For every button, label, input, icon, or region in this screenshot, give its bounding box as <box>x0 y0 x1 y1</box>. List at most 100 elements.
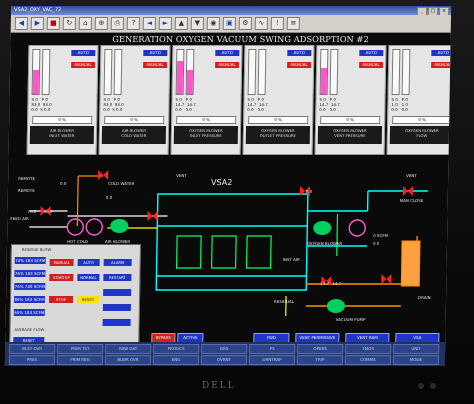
left-arrow-icon[interactable]: ◄ <box>142 17 156 30</box>
settings-icon[interactable]: ⚙ <box>238 17 252 30</box>
help-icon[interactable]: ? <box>126 17 140 30</box>
controller-title: OXYGEN BLOWER INLET PRESSURE <box>173 126 239 144</box>
vacuum-pump-icon <box>326 299 345 313</box>
power-button[interactable] <box>430 383 436 389</box>
trend-icon[interactable]: ∿ <box>254 17 268 30</box>
startup-button[interactable]: STARTUP <box>49 274 74 281</box>
forward-icon[interactable]: ▶ <box>30 17 44 30</box>
nav-button[interactable]: OVRNT <box>200 355 248 365</box>
average-flow-label: AVERAGE FLOW <box>14 327 45 332</box>
nav-button[interactable]: TMOS <box>345 344 392 354</box>
controller-title: OXYGEN BLOWER FLOW <box>389 126 452 144</box>
panel-button[interactable] <box>102 304 131 311</box>
cooler-icon <box>348 219 366 237</box>
nav-button[interactable]: UNIT <box>393 344 440 354</box>
manual-button[interactable]: MANUAL <box>215 62 240 68</box>
nav-button[interactable]: DRNTRAP <box>248 355 296 365</box>
flow-readout[interactable]: 76% 183 SCFM <box>14 270 46 277</box>
save-icon[interactable]: ▣ <box>222 17 236 30</box>
manual-button[interactable]: MANUAL <box>287 62 312 68</box>
controller-values: S 0 P 0 83.0 83.0 0.0 S 0.0 <box>103 97 124 112</box>
auto-button[interactable]: AUTO <box>215 50 240 56</box>
vent-label-1: VENT <box>176 173 187 178</box>
home-icon[interactable]: ⌂ <box>78 17 92 30</box>
nav-button[interactable]: DRS <box>201 344 248 354</box>
controller-values: S 0 P 0 14.7 14.7 0.0 0.0 <box>247 97 268 112</box>
readout-6: 14.7 <box>320 281 330 286</box>
alarm-icon[interactable]: ! <box>270 17 284 30</box>
page-title: GENERATION OXYGEN VACUUM SWING ADSORPTIO… <box>112 34 369 44</box>
nav-button[interactable]: MODE <box>392 355 440 365</box>
controller-faceplate: AUTO MANUAL S 0 P 0 83.0 83.0 0.0 S 0.0 … <box>98 45 171 155</box>
flow-readout[interactable]: 76% 740 SCFM <box>14 283 46 290</box>
manual-button[interactable]: MANUAL <box>143 62 168 68</box>
nav-button[interactable]: PRIM TST <box>57 344 104 354</box>
panel-button[interactable] <box>102 319 131 326</box>
manual-button[interactable]: MANUAL <box>71 62 96 68</box>
list-icon[interactable]: ≡ <box>286 17 300 30</box>
manual-button[interactable]: MANUAL <box>431 62 452 68</box>
auto-button[interactable]: AUTO <box>287 50 312 56</box>
valve-icon <box>381 274 392 284</box>
auto-button[interactable]: AUTO <box>77 259 100 266</box>
flow-readout[interactable]: 65% 183 SCFM <box>13 309 45 316</box>
controller-faceplate: AUTO MANUAL S 0 P 0 83.0 83.0 0.0 S 0.0 … <box>26 45 99 155</box>
alarm-button[interactable]: ALARM <box>103 259 132 266</box>
panel-button[interactable] <box>103 289 132 296</box>
auto-button[interactable]: AUTO <box>359 50 384 56</box>
refresh-icon[interactable]: ↻ <box>62 17 76 30</box>
vacuum-pump-label: VACUUM PUMP <box>335 317 366 322</box>
readout-7: 14.7 <box>332 281 342 286</box>
output-percent: 0 % <box>320 116 381 124</box>
manual-button[interactable]: MANUAL <box>49 259 74 266</box>
nav-button[interactable]: RAW DAT <box>105 344 152 354</box>
controller-title: OXYGEN BLOWER VENT PRESSURE <box>317 126 383 144</box>
auto-button[interactable]: AUTO <box>71 50 96 56</box>
vsa-label: VSA2 <box>210 178 233 187</box>
restart-button[interactable]: RESTART <box>103 274 132 281</box>
nav-button[interactable]: PRODCS <box>153 344 200 354</box>
nav-button[interactable]: PRIM REG <box>56 355 104 365</box>
remote-label: REMOTE <box>18 176 36 181</box>
stop-icon[interactable]: ■ <box>46 17 60 30</box>
mode-buttons: AUTO MANUAL <box>175 50 240 68</box>
residue-panel: RESIDUE BLOW 74% 183 SCFM 76% 183 SCFM 76%… <box>9 244 141 350</box>
controller-values: S 0 P 0 1.0 1.0 0.0 0.0 <box>391 97 409 112</box>
normal-button[interactable]: NORMAL <box>77 274 100 281</box>
manual-button[interactable]: MANUAL <box>359 62 384 68</box>
readout-1: 76.2 <box>27 209 37 214</box>
mode-buttons: AUTO MANUAL <box>319 50 384 68</box>
nav-button[interactable]: PS <box>249 344 296 354</box>
stop-button[interactable]: STOP <box>48 296 74 303</box>
auto-button[interactable]: AUTO <box>431 50 452 56</box>
down-arrow-icon[interactable]: ▼ <box>190 17 204 30</box>
camera-icon[interactable]: ◉ <box>206 17 220 30</box>
zoom-icon[interactable]: ⊕ <box>94 17 108 30</box>
readout-4: 0.0 <box>105 195 113 200</box>
nav-button[interactable]: ENG <box>152 355 200 365</box>
auto-button[interactable]: AUTO <box>143 50 168 56</box>
man-close-label: MAN CLOSE <box>399 198 424 203</box>
flow-readout[interactable]: 74% 183 SCFM <box>14 257 46 264</box>
nav-button[interactable]: OPERS <box>297 344 344 354</box>
nav-button[interactable]: PRES <box>8 355 56 365</box>
window-titlebar: VSA2_OXY_VAC_72 _ □ × <box>10 6 452 16</box>
nav-button[interactable]: BLST OVR <box>9 344 56 354</box>
output-percent: 0 % <box>176 116 237 124</box>
back-icon[interactable]: ◀ <box>14 17 28 30</box>
print-icon[interactable]: ⎙ <box>110 17 124 30</box>
oxygen-blower-label: OXYGEN BLOWER <box>306 241 343 246</box>
mode-buttons: AUTO MANUAL <box>31 50 96 68</box>
up-arrow-icon[interactable]: ▲ <box>174 17 188 30</box>
controller-title: AIR BLOWER INLET WATER <box>29 126 95 144</box>
nav-button[interactable]: BLWR OVR <box>104 355 152 365</box>
reset-status-button[interactable]: RESET <box>76 296 100 303</box>
nav-button[interactable]: COMMS <box>344 355 392 365</box>
right-arrow-icon[interactable]: ► <box>158 17 172 30</box>
power-led <box>418 383 424 389</box>
flow-readout[interactable]: 86% 183 SCFM <box>13 296 46 303</box>
nav-button[interactable]: TRIP <box>296 355 344 365</box>
output-percent: 0 % <box>392 116 452 124</box>
silencer-icon <box>400 240 421 287</box>
remote-label-2: REMOTE <box>17 188 35 193</box>
